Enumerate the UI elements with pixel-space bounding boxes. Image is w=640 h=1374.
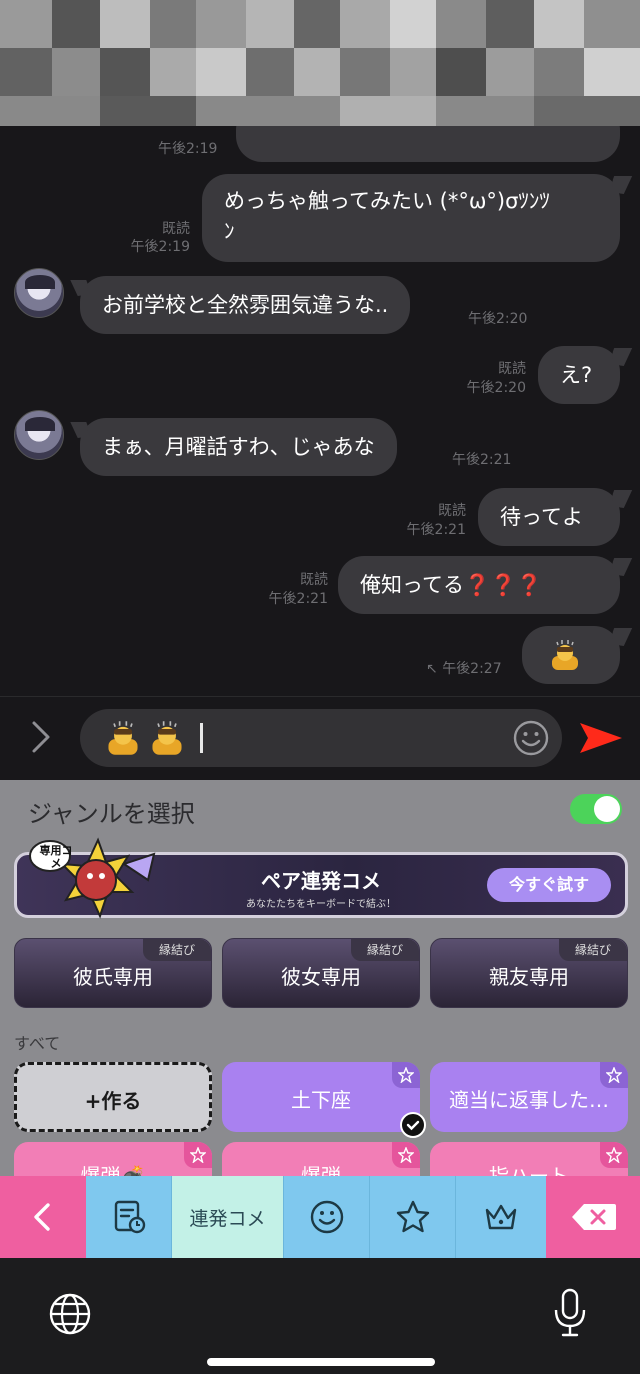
tab-emoji[interactable]	[284, 1176, 370, 1258]
tile-label: +作る	[84, 1089, 142, 1113]
bowing-person-emoji	[108, 721, 138, 755]
category-label: 彼氏専用	[73, 965, 153, 989]
message-bubble-sent[interactable]: めっちゃ触ってみたい (*°ω°)σﾂﾝﾂ ﾝ	[202, 174, 620, 262]
category-best-friend[interactable]: 縁結び 親友専用	[430, 938, 628, 1008]
timestamp: 午後2:21	[452, 452, 512, 468]
message-text: え?	[560, 363, 593, 387]
create-button[interactable]: +作る	[14, 1062, 212, 1132]
back-button[interactable]	[0, 1176, 86, 1258]
tile-finger-heart[interactable]: 指ハート	[430, 1142, 628, 1176]
timestamp: 午後2:20	[468, 311, 528, 327]
tab-ranking[interactable]	[456, 1176, 546, 1258]
bowing-person-emoji	[152, 721, 182, 755]
read-receipt: 既読	[162, 221, 190, 237]
tile-dogeza[interactable]: 土下座	[222, 1062, 420, 1132]
category-label: 彼女専用	[281, 965, 361, 989]
message-bubble-received[interactable]: まぁ、月曜話すわ、じゃあな	[80, 418, 397, 476]
chevron-right-icon[interactable]	[28, 719, 54, 755]
timestamp: 午後2:19	[158, 141, 218, 157]
message-text: めっちゃ触ってみたい (*°ω°)σﾂﾝﾂ	[224, 189, 550, 213]
category-tag: 縁結び	[559, 939, 627, 961]
blurred-header-image	[0, 0, 640, 126]
tile-label: 爆弾	[301, 1164, 341, 1176]
keyboard-toolbar: 連発コメ	[0, 1176, 640, 1258]
message-bubble-sent[interactable]: 俺知ってる❓❓❓	[338, 556, 620, 614]
category-tag: 縁結び	[143, 939, 211, 961]
selected-check-icon	[400, 1112, 426, 1138]
read-receipt: 既読	[498, 361, 526, 377]
history-icon	[114, 1200, 146, 1234]
tile-random-reply[interactable]: 適当に返事した…	[430, 1062, 628, 1132]
tile-label: 爆弾💣	[80, 1164, 146, 1176]
message-bubble-sent[interactable]: 待ってよ	[478, 488, 620, 546]
microphone-icon[interactable]	[553, 1288, 587, 1338]
all-section-label: すべて	[14, 1034, 61, 1053]
category-girlfriend[interactable]: 縁結び 彼女専用	[222, 938, 420, 1008]
text-cursor	[200, 723, 203, 753]
send-icon[interactable]	[578, 719, 624, 757]
category-label: 親友専用	[489, 965, 569, 989]
timestamp: 午後2:19	[130, 239, 190, 255]
crown-icon	[485, 1204, 517, 1230]
globe-icon[interactable]	[48, 1292, 92, 1336]
system-keyboard-bar	[0, 1258, 640, 1374]
tile-bomb[interactable]: 爆弾💣	[14, 1142, 212, 1176]
keyboard-app-panel: ジャンルを選択 ペア連発コメ あなたたちをキーボードで結ぶ！ 今すぐ試す 専用コ…	[0, 780, 640, 1176]
message-bubble-sent[interactable]	[522, 626, 620, 684]
tab-rapid-comment[interactable]: 連発コメ	[172, 1176, 284, 1258]
tile-bomb-2[interactable]: 爆弾	[222, 1142, 420, 1176]
tab-label: 連発コメ	[189, 1208, 266, 1230]
tile-label: 適当に返事した…	[449, 1088, 609, 1112]
timestamp: 午後2:21	[406, 522, 466, 538]
try-now-button[interactable]: 今すぐ試す	[487, 868, 611, 902]
tile-label: 指ハート	[489, 1164, 569, 1176]
message-text: お前学校と全然雰囲気違うな..	[102, 293, 389, 317]
home-indicator[interactable]	[207, 1358, 435, 1366]
timestamp: 午後2:27	[442, 661, 502, 677]
avatar[interactable]	[14, 268, 64, 318]
chevron-left-icon	[34, 1203, 50, 1231]
star-icon	[396, 1200, 430, 1233]
smiley-icon[interactable]	[512, 719, 550, 757]
chat-area[interactable]: 午後2:19 既読 午後2:19 めっちゃ触ってみたい (*°ω°)σﾂﾝﾂ ﾝ…	[0, 126, 640, 696]
message-text: 俺知ってる	[360, 573, 464, 597]
bowing-person-emoji	[552, 640, 578, 670]
question-marks: ❓❓❓	[463, 573, 543, 597]
message-input-bar	[0, 696, 640, 780]
banner-badge: 専用コメ	[39, 844, 73, 870]
category-boyfriend[interactable]: 縁結び 彼氏専用	[14, 938, 212, 1008]
category-tag: 縁結び	[351, 939, 419, 961]
timestamp-row: ↖ 午後2:27	[426, 660, 502, 678]
tab-history[interactable]	[86, 1176, 172, 1258]
backspace-button[interactable]	[546, 1176, 640, 1258]
message-bubble-partial[interactable]	[236, 126, 620, 162]
read-receipt: 既読	[438, 503, 466, 519]
timestamp: 午後2:21	[268, 591, 328, 607]
genre-toggle[interactable]	[570, 794, 622, 824]
message-bubble-sent[interactable]: え?	[538, 346, 620, 404]
message-input[interactable]	[80, 709, 562, 767]
backspace-icon	[572, 1204, 616, 1230]
read-receipt: 既読	[300, 572, 328, 588]
genre-select-title: ジャンルを選択	[28, 800, 195, 828]
message-bubble-received[interactable]: お前学校と全然雰囲気違うな..	[80, 276, 411, 334]
message-text: ﾝ	[224, 219, 235, 243]
tab-favorites[interactable]	[370, 1176, 456, 1258]
avatar[interactable]	[14, 410, 64, 460]
message-text: 待ってよ	[500, 505, 583, 529]
reply-arrow-icon: ↖	[426, 661, 438, 677]
smiley-icon	[310, 1200, 344, 1234]
message-text: まぁ、月曜話すわ、じゃあな	[102, 435, 375, 459]
timestamp: 午後2:20	[466, 380, 526, 396]
tile-label: 土下座	[291, 1088, 351, 1112]
